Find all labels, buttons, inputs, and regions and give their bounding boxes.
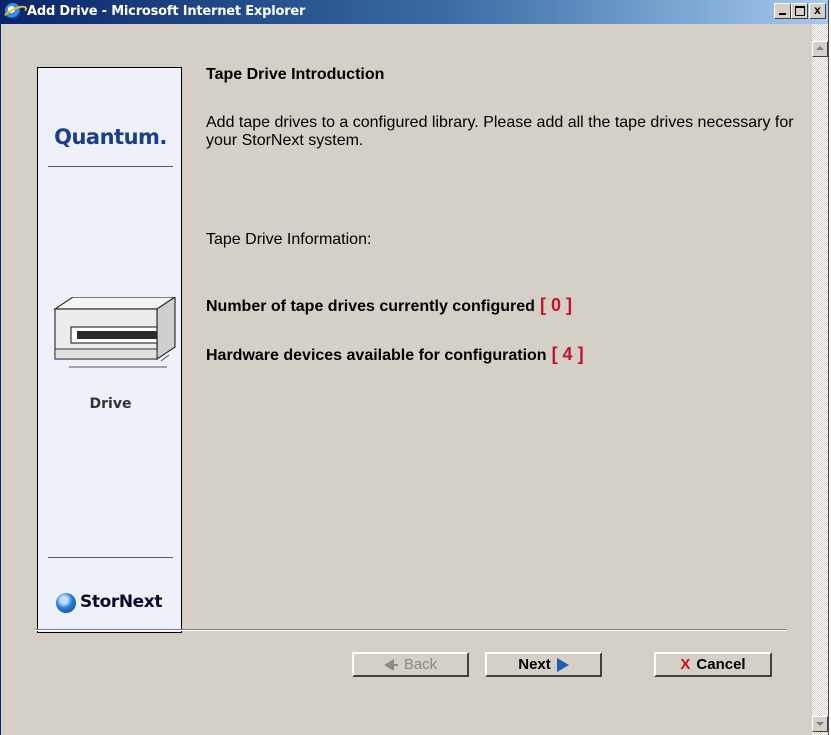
maximize-button[interactable] [791, 3, 808, 19]
cancel-button[interactable]: X Cancel [654, 652, 772, 677]
internet-explorer-icon [5, 3, 21, 19]
stornext-label: StorNext [80, 592, 163, 612]
next-button[interactable]: Next [485, 652, 602, 677]
next-button-label: Next [518, 656, 551, 673]
drive-label: Drive [89, 396, 132, 412]
scroll-down-button[interactable] [812, 716, 828, 732]
cancel-button-label: Cancel [696, 656, 746, 673]
section-label: Tape Drive Information: [206, 231, 372, 248]
window-title: Add Drive - Microsoft Internet Explorer [27, 4, 306, 19]
back-button[interactable]: Back [352, 652, 469, 677]
tape-drive-icon [53, 297, 177, 368]
available-devices-stat: Hardware devices available for configura… [206, 344, 584, 365]
button-divider [35, 629, 787, 631]
minimize-button[interactable] [774, 3, 791, 19]
stat-value: [ 4 ] [551, 344, 584, 364]
arrow-left-icon [383, 658, 398, 671]
wizard-sidebar: Quantum. Drive StorNext [37, 67, 182, 633]
x-icon: X [680, 656, 691, 673]
page-content: Quantum. Drive StorNext Tape Drive Intro… [2, 24, 812, 735]
arrow-right-icon [556, 657, 569, 672]
sidebar-divider-bottom [48, 557, 173, 558]
sidebar-divider-top [48, 166, 173, 167]
quantum-logo: Quantum. [54, 125, 167, 149]
close-button[interactable]: x [809, 3, 826, 19]
browser-window: Add Drive - Microsoft Internet Explorer … [0, 0, 829, 735]
scroll-up-button[interactable] [812, 41, 828, 57]
stat-value: [ 0 ] [539, 295, 572, 315]
intro-text: Add tape drives to a configured library.… [206, 114, 794, 149]
page-title: Tape Drive Introduction [206, 66, 385, 83]
stat-label: Hardware devices available for configura… [206, 347, 547, 364]
globe-icon [56, 593, 76, 613]
configured-drives-stat: Number of tape drives currently configur… [206, 295, 572, 316]
stat-label: Number of tape drives currently configur… [206, 298, 535, 315]
close-icon: x [814, 3, 821, 17]
back-button-label: Back [403, 656, 438, 673]
title-bar[interactable]: Add Drive - Microsoft Internet Explorer … [1, 0, 828, 24]
vertical-scrollbar[interactable] [812, 24, 828, 735]
